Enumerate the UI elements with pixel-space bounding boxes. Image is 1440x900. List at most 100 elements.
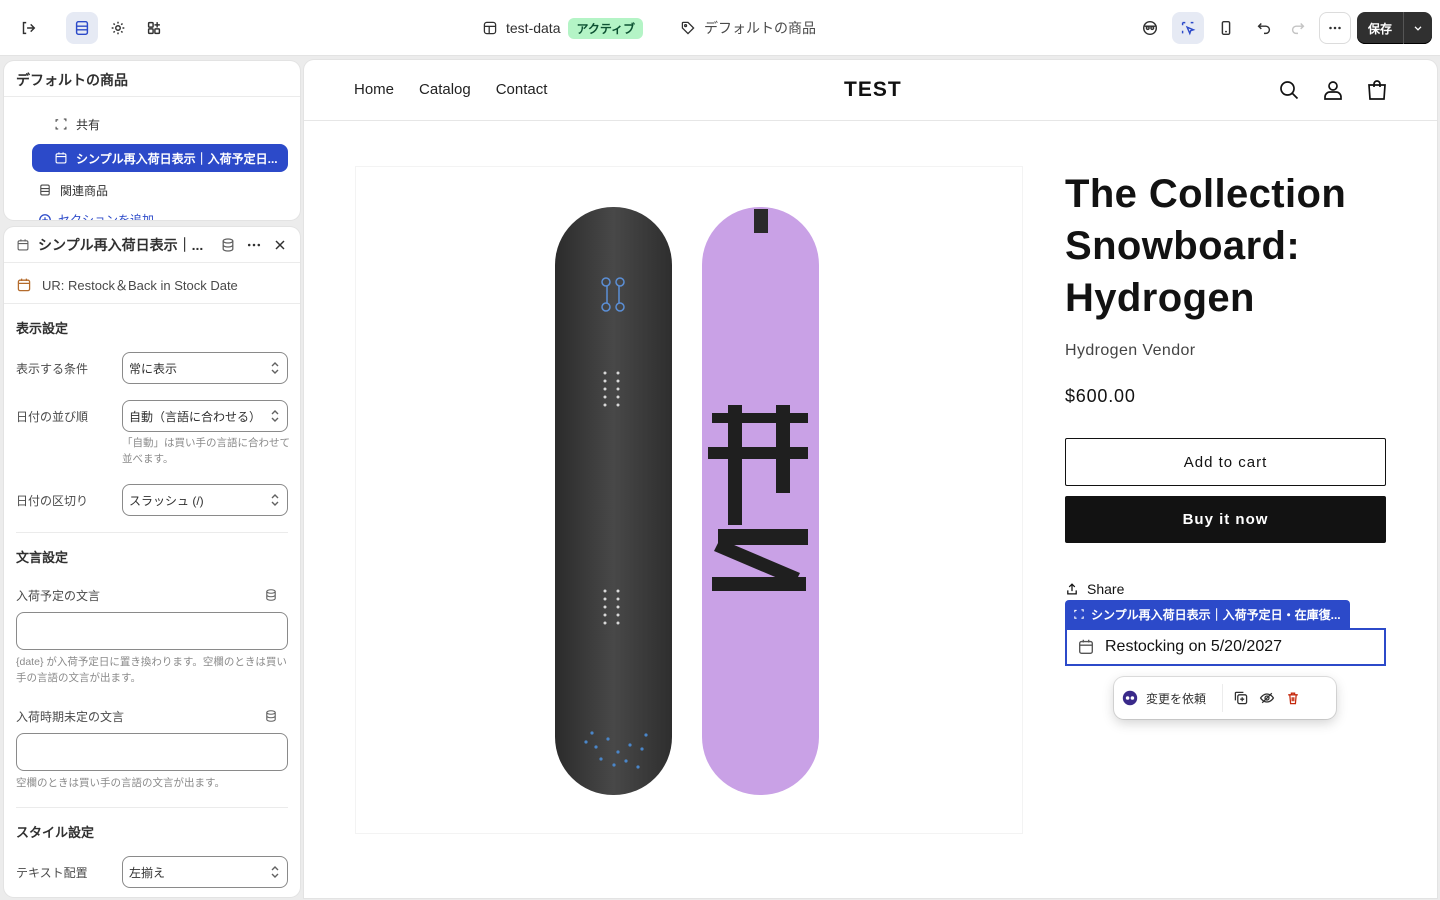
settings-header: シンプル再入荷日表示｜... [4, 227, 300, 263]
chevron-down-icon [1414, 26, 1422, 31]
editor-topbar: test-data アクティブ デフォルトの商品 保存 [0, 0, 1440, 56]
header-divider [304, 120, 1437, 121]
sidekick-icon [1142, 20, 1158, 36]
mobile-preview-button[interactable] [1210, 12, 1242, 44]
undo-icon [1257, 22, 1271, 35]
app-link[interactable]: UR: Restock＆Back in Stock Date [16, 275, 238, 294]
condition-select[interactable]: 常に表示 [122, 352, 288, 384]
store-name: test-data [506, 20, 561, 36]
settings-title: シンプル再入荷日表示｜... [38, 236, 204, 253]
select-chevron-icon [271, 866, 279, 878]
inspector-button[interactable] [1172, 12, 1204, 44]
save-button-group: 保存 [1357, 12, 1432, 44]
database-icon[interactable] [220, 237, 236, 253]
template-name: デフォルトの商品 [704, 20, 816, 36]
duplicate-icon[interactable] [1233, 690, 1249, 706]
incoming-text-input[interactable] [16, 612, 288, 650]
restock-text: Restocking on 5/20/2027 [1105, 638, 1283, 655]
outline-item-label: 関連商品 [60, 183, 109, 198]
select-chevron-icon [271, 494, 279, 506]
nav-link-catalog[interactable]: Catalog [419, 81, 471, 98]
request-change-button[interactable]: 変更を依頼 [1122, 690, 1212, 707]
undo-button[interactable] [1248, 12, 1280, 44]
align-select[interactable]: 左揃え [122, 856, 288, 888]
theme-settings-button[interactable] [102, 12, 134, 44]
toolbar-separator [1222, 684, 1224, 712]
outline-item-label: シンプル再入荷日表示｜入荷予定日... [76, 151, 278, 166]
share-icon [1067, 583, 1077, 595]
exit-button[interactable] [12, 12, 44, 44]
plus-circle-icon [39, 213, 51, 220]
style-section-title: スタイル設定 [16, 825, 95, 840]
align-value: 左揃え [129, 865, 166, 880]
restock-date-block[interactable]: Restocking on 5/20/2027 [1065, 628, 1386, 666]
account-icon[interactable] [1321, 78, 1345, 102]
divider [4, 303, 300, 304]
block-icon [1074, 609, 1084, 619]
sections-button[interactable] [66, 12, 98, 44]
delete-icon[interactable] [1285, 690, 1301, 706]
apps-button[interactable] [138, 12, 170, 44]
app-block-icon [55, 152, 67, 164]
redo-button[interactable] [1282, 12, 1314, 44]
product-image[interactable] [356, 167, 1022, 833]
share-button[interactable]: Share [1065, 581, 1124, 597]
sidekick-button[interactable] [1134, 12, 1166, 44]
store-icon [483, 21, 497, 35]
display-section-title: 表示設定 [16, 321, 69, 336]
gear-icon [111, 21, 125, 35]
separator-select[interactable]: スラッシュ (/) [122, 484, 288, 516]
add-section-button[interactable]: セクションを追加 [38, 211, 154, 220]
select-cursor-icon [1181, 21, 1196, 36]
incoming-help: {date} が入荷予定日に置き換わります。空欄のときは買い手の言語の文言が出ま… [16, 656, 287, 684]
buy-now-button[interactable]: Buy it now [1065, 496, 1386, 543]
app-name: UR: Restock＆Back in Stock Date [42, 278, 238, 293]
snowboard-image [555, 207, 819, 795]
nav-link-contact[interactable]: Contact [496, 81, 548, 98]
share-label: Share [1087, 581, 1125, 597]
dynamic-source-icon[interactable] [264, 709, 278, 723]
close-icon[interactable] [272, 237, 288, 253]
select-chevron-icon [271, 410, 279, 422]
order-select[interactable]: 自動（言語に合わせる） [122, 400, 288, 432]
ellipsis-icon[interactable] [246, 237, 262, 253]
save-button[interactable]: 保存 [1357, 12, 1404, 44]
order-help: 「自動」は買い手の言語に合わせて並べます。 [122, 437, 290, 465]
template-selector[interactable]: デフォルトの商品 [680, 16, 816, 40]
template-outline-panel: デフォルトの商品 共有 シンプル再入荷日表示｜入荷予定日... 関連商品 セクシ… [4, 61, 300, 220]
block-floating-toolbar: 変更を依頼 [1114, 677, 1336, 719]
save-options-button[interactable] [1404, 12, 1432, 44]
align-label: テキスト配置 [16, 866, 88, 880]
product-vendor: Hydrogen Vendor [1065, 342, 1196, 359]
exit-icon [22, 21, 36, 35]
sections-icon [75, 20, 89, 36]
selected-block-tag[interactable]: シンプル再入荷日表示｜入荷予定日・在庫復... [1065, 600, 1350, 628]
header-icons [1277, 78, 1389, 102]
search-icon[interactable] [1277, 78, 1301, 102]
main-nav: Home Catalog Contact [354, 81, 547, 98]
nav-link-home[interactable]: Home [354, 81, 394, 98]
cart-icon[interactable] [1365, 78, 1389, 102]
calendar-icon [1079, 639, 1093, 654]
add-to-cart-button[interactable]: Add to cart [1065, 438, 1386, 486]
undecided-text-input[interactable] [16, 733, 288, 771]
store-logo[interactable]: TEST [844, 78, 902, 102]
undecided-text-label: 入荷時期未定の文言 [16, 710, 125, 724]
hide-icon[interactable] [1259, 690, 1275, 706]
tag-icon [681, 21, 695, 35]
incoming-text-label: 入荷予定の文言 [16, 589, 101, 603]
mobile-icon [1221, 20, 1231, 36]
outline-item-restock-app[interactable]: シンプル再入荷日表示｜入荷予定日... [32, 144, 288, 172]
outline-item-label: 共有 [76, 117, 101, 132]
separator-value: スラッシュ (/) [129, 493, 204, 508]
outline-item-related-products[interactable]: 関連商品 [38, 176, 108, 204]
outline-title: デフォルトの商品 [4, 61, 300, 97]
app-block-icon [17, 238, 29, 250]
store-switcher[interactable]: test-data アクティブ [482, 16, 644, 40]
dynamic-source-icon[interactable] [264, 588, 278, 602]
redo-icon [1291, 22, 1305, 35]
outline-item-share[interactable]: 共有 [54, 110, 100, 138]
more-actions-button[interactable] [1319, 12, 1351, 44]
block-settings-panel: シンプル再入荷日表示｜... UR: Restock＆Back in Stock… [4, 227, 300, 897]
section-icon [40, 184, 50, 196]
